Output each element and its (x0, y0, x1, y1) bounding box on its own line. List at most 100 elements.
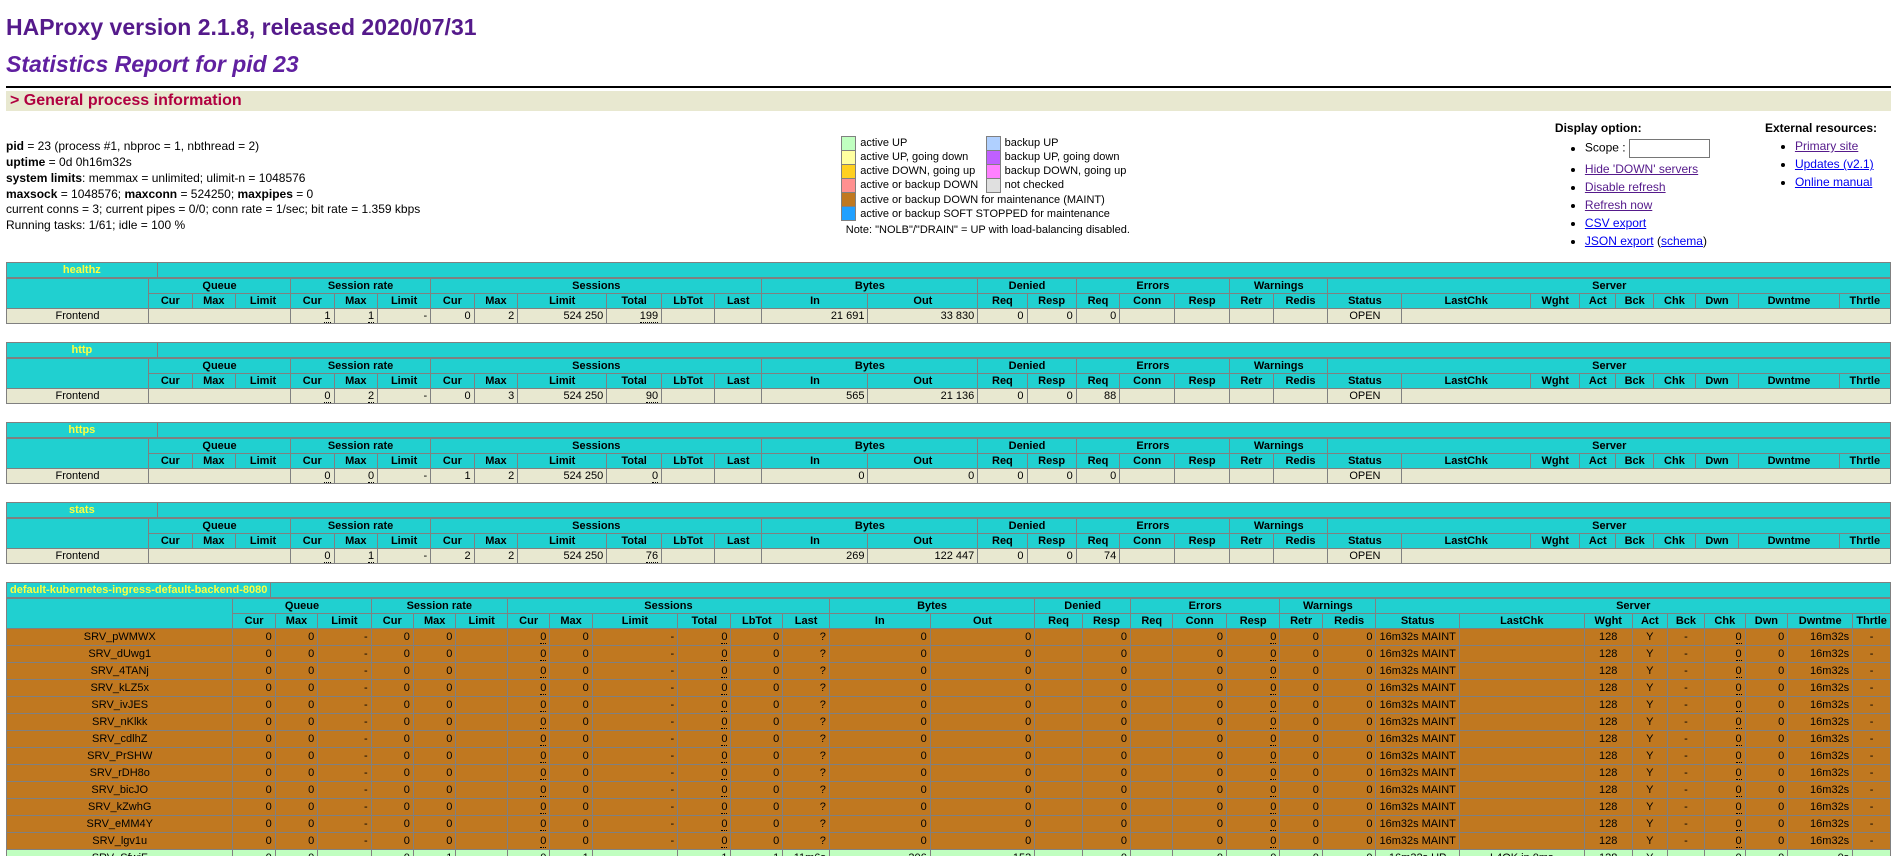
group-header-row: QueueSession rateSessionsBytesDeniedErro… (7, 359, 1891, 374)
server-name-link[interactable]: SRV_pWMWX (7, 629, 233, 646)
cell: 0 (371, 663, 413, 680)
cell: 0 (233, 697, 275, 714)
column-group-header: Session rate (291, 279, 431, 294)
cell: 0 (1745, 714, 1788, 731)
server-name-link[interactable]: SRV_4TANj (7, 663, 233, 680)
cell: 0 (762, 469, 868, 484)
frontend-link[interactable]: Frontend (7, 549, 149, 564)
column-header: Act (1580, 294, 1616, 309)
frontend-link[interactable]: Frontend (7, 389, 149, 404)
cell: 0 (1704, 782, 1745, 799)
cell: 0 (829, 748, 930, 765)
proxy-name-link[interactable]: healthz (63, 264, 101, 276)
cell: - (592, 663, 677, 680)
column-header: Retr (1280, 614, 1323, 629)
column-header: Redis (1273, 454, 1328, 469)
value: 0 (540, 818, 546, 831)
value: 0 (1736, 665, 1742, 678)
column-group-header: Bytes (762, 519, 978, 534)
cell: 0 (1173, 731, 1226, 748)
csv-export-link[interactable]: CSV export (1585, 216, 1646, 230)
cell: 0 (678, 629, 731, 646)
server-name-link[interactable]: SRV_kZwhG (7, 799, 233, 816)
value: 0 (1736, 699, 1742, 712)
proxy-name-link[interactable]: default-kubernetes-ingress-default-backe… (10, 584, 267, 596)
column-header: Retr (1230, 294, 1274, 309)
column-group-header: Queue (149, 279, 291, 294)
server-name-link[interactable]: SRV_lgv1u (7, 833, 233, 850)
cell: 0 (275, 748, 317, 765)
schema-link[interactable]: schema (1661, 234, 1703, 248)
column-header: Thrtle (1839, 534, 1890, 549)
json-export-link[interactable]: JSON export (1585, 234, 1654, 248)
status-cell: 16m32s MAINT (1376, 731, 1459, 748)
cell: Y (1632, 765, 1667, 782)
updates-v2-1-link[interactable]: Updates (v2.1) (1795, 157, 1874, 171)
process-info-text: = 0d 0h16m32s (45, 155, 131, 169)
proxy-name-link[interactable]: https (68, 424, 95, 436)
proxy-name-link[interactable]: http (71, 344, 92, 356)
refresh-now-link[interactable]: Refresh now (1585, 198, 1652, 212)
server-name-link[interactable]: SRV_nKlkk (7, 714, 233, 731)
online-manual-link[interactable]: Online manual (1795, 175, 1872, 189)
column-header: Limit (378, 534, 431, 549)
cell (1035, 816, 1083, 833)
cell: - (1853, 765, 1891, 782)
cell: 0 (371, 799, 413, 816)
cell: Y (1632, 697, 1667, 714)
cell: 0 (829, 680, 930, 697)
process-info-key: maxconn (124, 187, 177, 201)
server-name-link[interactable]: SRV_eMM4Y (7, 816, 233, 833)
frontend-link[interactable]: Frontend (7, 469, 149, 484)
cell: ? (783, 816, 830, 833)
legend-table: active UPbackup UPactive UP, going downb… (841, 136, 1134, 238)
legend-note: Note: "NOLB"/"DRAIN" = UP with load-bala… (842, 221, 1134, 238)
server-name-link[interactable]: SRV_kLZ5x (7, 680, 233, 697)
cell (1035, 680, 1083, 697)
cell: 0 (275, 816, 317, 833)
column-group-header: Server (1328, 439, 1891, 454)
cell: 0 (930, 629, 1034, 646)
server-name-link[interactable]: SRV_SfwiF (7, 850, 233, 857)
cell (662, 549, 715, 564)
server-name-link[interactable]: SRV_ivJES (7, 697, 233, 714)
process-info-text: = 23 (process #1, nbproc = 1, nbthread =… (24, 139, 259, 153)
value: 1 (324, 310, 330, 323)
cell (1131, 782, 1173, 799)
cell: 128 (1584, 765, 1632, 782)
server-name-link[interactable]: SRV_PrSHW (7, 748, 233, 765)
frontend-link[interactable]: Frontend (7, 309, 149, 324)
server-name-link[interactable]: SRV_cdlhZ (7, 731, 233, 748)
primary-site-link[interactable]: Primary site (1795, 139, 1858, 153)
cell: 0 (550, 731, 592, 748)
server-name-link[interactable]: SRV_bicJO (7, 782, 233, 799)
disable-refresh-link[interactable]: Disable refresh (1585, 180, 1666, 194)
cell: 16m32s (1788, 782, 1853, 799)
server-name-link[interactable]: SRV_dUwg1 (7, 646, 233, 663)
column-group-header: Errors (1076, 439, 1229, 454)
table-row: SRV_cdlhZ00-0000-00?000000016m32s MAINT1… (7, 731, 1891, 748)
hide-down-servers-link[interactable]: Hide 'DOWN' servers (1585, 162, 1698, 176)
cell: Y (1632, 629, 1667, 646)
value: 0 (540, 767, 546, 780)
process-info-text: = 0 (293, 187, 313, 201)
proxy-table-block: healthzQueueSession rateSessionsBytesDen… (6, 262, 1891, 324)
cell: 0 (275, 697, 317, 714)
cell: 0 (731, 697, 783, 714)
proxy-name-link[interactable]: stats (69, 504, 95, 516)
proxy-table-block: default-kubernetes-ingress-default-backe… (6, 582, 1891, 856)
scope-input[interactable] (1629, 139, 1710, 158)
column-header: Max (474, 374, 518, 389)
column-header: Cur (149, 374, 193, 389)
haproxy-home-link[interactable]: HAProxy version 2.1.8, released 2020/07/… (6, 14, 477, 40)
cell (456, 629, 508, 646)
cell: 0 (275, 765, 317, 782)
column-header: Wght (1531, 374, 1580, 389)
legend-label: backup UP (1000, 136, 1134, 150)
server-name-link[interactable]: SRV_rDH8o (7, 765, 233, 782)
cell: 0 (233, 765, 275, 782)
value: 1 (721, 852, 727, 856)
cell: 0 (1322, 833, 1376, 850)
cell (1035, 663, 1083, 680)
column-group-header: Bytes (829, 599, 1034, 614)
